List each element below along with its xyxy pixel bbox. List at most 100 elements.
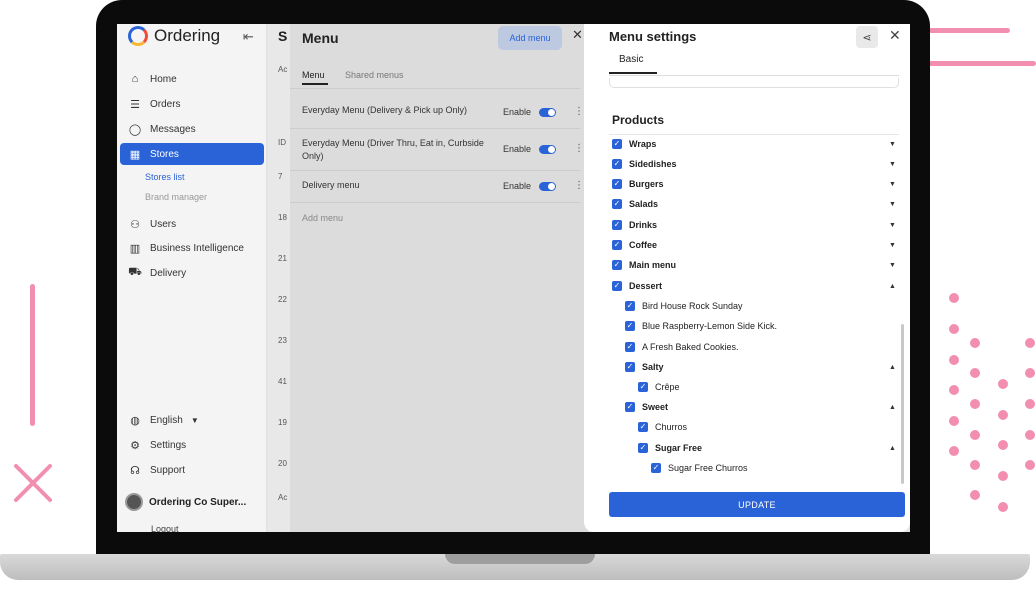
brand-logo[interactable]: Ordering <box>128 26 220 46</box>
store-id[interactable]: 41 <box>278 377 287 386</box>
subcategory-item[interactable]: ✓ Sweet <box>625 402 668 412</box>
checkbox-checked[interactable]: ✓ <box>651 463 661 473</box>
subcategory-item[interactable]: ✓ Sugar Free <box>638 443 702 453</box>
menu-settings-drawer: Menu settings ⋖ ✕ Basic Products ✓ Wraps… <box>584 24 910 532</box>
nav-item-business-intelligence[interactable]: ▥ Business Intelligence <box>120 237 264 259</box>
divider <box>290 202 580 203</box>
nav-item-settings[interactable]: ⚙ Settings <box>120 434 264 456</box>
caret-down-icon[interactable]: ▼ <box>889 181 896 188</box>
caret-down-icon[interactable]: ▼ <box>889 262 896 269</box>
tab-basic[interactable]: Basic <box>619 54 643 65</box>
nav-item-messages[interactable]: ◯ Messages <box>120 118 264 140</box>
checkbox-checked[interactable]: ✓ <box>625 301 635 311</box>
store-id[interactable]: 20 <box>278 459 287 468</box>
category-label: Coffee <box>629 240 658 250</box>
category-item[interactable]: ✓ Burgers <box>612 179 664 189</box>
menu-name: Everyday Menu (Delivery & Pick up Only) <box>302 105 468 115</box>
update-button[interactable]: UPDATE <box>609 492 905 517</box>
checkbox-checked[interactable]: ✓ <box>625 342 635 352</box>
caret-up-icon[interactable]: ▲ <box>889 364 896 371</box>
caret-up-icon[interactable]: ▲ <box>889 404 896 411</box>
enable-toggle[interactable] <box>539 182 556 191</box>
checkbox-checked[interactable]: ✓ <box>638 382 648 392</box>
subnav-brand-manager[interactable]: Brand manager <box>145 192 207 202</box>
caret-down-icon[interactable]: ▼ <box>889 201 896 208</box>
logo-ring-icon <box>128 26 148 46</box>
tab-menu[interactable]: Menu <box>302 70 325 80</box>
checkbox-checked[interactable]: ✓ <box>625 402 635 412</box>
store-id[interactable]: 18 <box>278 213 287 222</box>
checkbox-checked[interactable]: ✓ <box>625 321 635 331</box>
product-label: A Fresh Baked Cookies. <box>642 342 739 352</box>
product-item[interactable]: ✓ Bird House Rock Sunday <box>625 301 743 311</box>
checkbox-checked[interactable]: ✓ <box>612 139 622 149</box>
checkbox-checked[interactable]: ✓ <box>612 220 622 230</box>
caret-down-icon[interactable]: ▼ <box>889 242 896 249</box>
category-item[interactable]: ✓ Sidedishes <box>612 159 677 169</box>
close-icon[interactable]: ✕ <box>889 27 901 44</box>
caret-down-icon[interactable]: ▼ <box>889 161 896 168</box>
subnav-stores-list[interactable]: Stores list <box>145 172 185 182</box>
checkbox-checked[interactable]: ✓ <box>638 443 648 453</box>
user-profile[interactable]: Ordering Co Super... <box>125 493 246 511</box>
add-menu-link[interactable]: Add menu <box>302 213 343 223</box>
more-options-icon[interactable]: ⋮ <box>574 143 584 154</box>
nav-item-home[interactable]: ⌂ Home <box>120 68 264 90</box>
nav-label: Delivery <box>150 267 187 279</box>
caret-up-icon[interactable]: ▲ <box>889 445 896 452</box>
category-item[interactable]: ✓ Salads <box>612 199 658 209</box>
caret-down-icon[interactable]: ▼ <box>889 222 896 229</box>
enable-toggle[interactable] <box>539 108 556 117</box>
category-label: Main menu <box>629 260 677 270</box>
collapse-sidebar-icon[interactable]: ⇤ <box>243 29 254 45</box>
category-item[interactable]: ✓ Dessert <box>612 281 662 291</box>
checkbox-checked[interactable]: ✓ <box>612 179 622 189</box>
nav-item-users[interactable]: ⚇ Users <box>120 213 264 235</box>
store-id[interactable]: 19 <box>278 418 287 427</box>
nav-item-stores[interactable]: ▦ Stores <box>120 143 264 165</box>
subcategory-label: Sugar Free <box>655 443 703 453</box>
scrollbar[interactable] <box>901 324 904 484</box>
nav-item-support[interactable]: ☊ Support <box>120 459 264 481</box>
nav-label: Stores <box>150 148 179 160</box>
product-item[interactable]: ✓ Blue Raspberry-Lemon Side Kick. <box>625 321 777 331</box>
store-id[interactable]: 23 <box>278 336 287 345</box>
caret-up-icon[interactable]: ▲ <box>889 283 896 290</box>
store-id[interactable]: 7 <box>278 172 282 181</box>
caret-down-icon[interactable]: ▼ <box>889 141 896 148</box>
category-item[interactable]: ✓ Coffee <box>612 240 657 250</box>
subcategory-item[interactable]: ✓ Salty <box>625 362 664 372</box>
checkbox-checked[interactable]: ✓ <box>612 281 622 291</box>
close-icon[interactable]: ✕ <box>572 27 583 43</box>
product-item[interactable]: ✓ A Fresh Baked Cookies. <box>625 342 739 352</box>
logout-link[interactable]: Logout <box>151 524 179 532</box>
category-item[interactable]: ✓ Drinks <box>612 220 657 230</box>
category-item[interactable]: ✓ Main menu <box>612 260 676 270</box>
enable-toggle[interactable] <box>539 145 556 154</box>
category-item[interactable]: ✓ Wraps <box>612 139 656 149</box>
checkbox-checked[interactable]: ✓ <box>638 422 648 432</box>
add-menu-button[interactable]: Add menu <box>498 26 562 50</box>
more-options-icon[interactable]: ⋮ <box>574 180 584 191</box>
nav-label: Home <box>150 73 177 85</box>
tab-shared-menus[interactable]: Shared menus <box>345 70 404 80</box>
checkbox-checked[interactable]: ✓ <box>612 199 622 209</box>
product-label: Sugar Free Churros <box>668 463 748 473</box>
nav-item-delivery[interactable]: ⛟ Delivery <box>120 262 264 284</box>
language-selector[interactable]: ◍ English ▼ <box>120 409 264 431</box>
store-id[interactable]: 22 <box>278 295 287 304</box>
decor-cross-icon <box>14 464 52 502</box>
more-options-icon[interactable]: ⋮ <box>574 106 584 117</box>
checkbox-checked[interactable]: ✓ <box>625 362 635 372</box>
checkbox-checked[interactable]: ✓ <box>612 159 622 169</box>
nav-label: Support <box>150 464 186 476</box>
store-id[interactable]: 21 <box>278 254 287 263</box>
checkbox-checked[interactable]: ✓ <box>612 240 622 250</box>
product-item[interactable]: ✓ Sugar Free Churros <box>651 463 748 473</box>
nav-item-orders[interactable]: ☰ Orders <box>120 93 264 115</box>
product-item[interactable]: ✓ Churros <box>638 422 687 432</box>
checkbox-checked[interactable]: ✓ <box>612 260 622 270</box>
product-label: Blue Raspberry-Lemon Side Kick. <box>642 321 778 331</box>
share-icon[interactable]: ⋖ <box>856 26 878 48</box>
product-item[interactable]: ✓ Crêpe <box>638 382 680 392</box>
